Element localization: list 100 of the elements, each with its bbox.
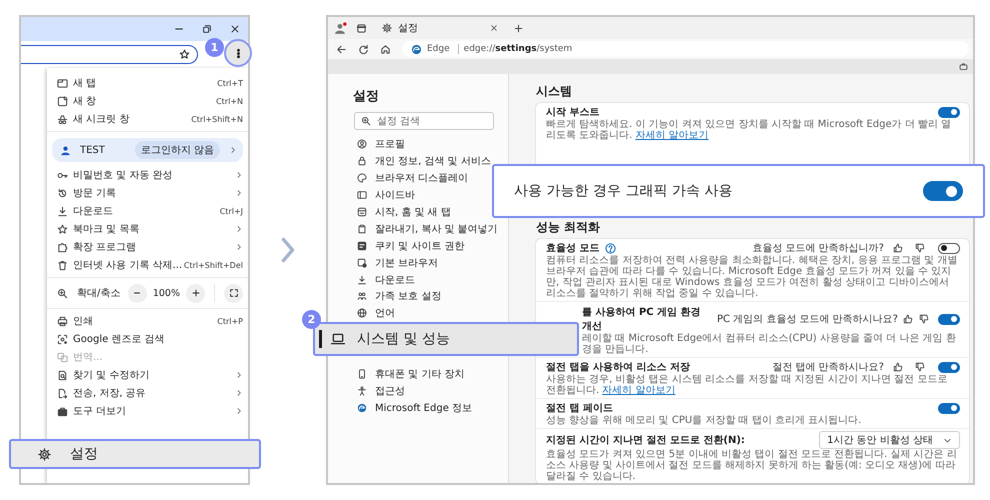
help-icon[interactable] — [605, 242, 616, 254]
phone-icon — [357, 369, 367, 380]
setting-title: 시작 부스트 — [546, 106, 600, 119]
toggle-switch[interactable] — [923, 181, 963, 201]
sidebar-item[interactable]: 접근성 — [375, 384, 405, 398]
menu-item[interactable]: 인터넷 사용 기록 삭제... — [73, 258, 179, 272]
browser-window-icon — [357, 207, 367, 217]
menu-item[interactable]: 전송, 저장, 공유 — [73, 386, 230, 400]
person-icon — [60, 144, 71, 156]
browser-tab[interactable]: 설정 — [376, 17, 504, 39]
refresh-icon[interactable] — [358, 44, 369, 54]
feedback-question: 효율성 모드에 만족하십니까? — [752, 242, 884, 255]
incognito-icon — [57, 114, 68, 124]
section-heading: 시스템 — [536, 83, 573, 99]
menu-item[interactable]: Google 렌즈로 검색 — [73, 332, 243, 346]
sidebar-item[interactable]: Microsoft Edge 정보 — [375, 401, 472, 416]
back-icon[interactable] — [336, 44, 347, 54]
list-icon — [357, 240, 367, 251]
learn-more-link[interactable]: 자세히 알아보기 — [602, 385, 676, 396]
menu-item[interactable]: 비밀번호 및 자동 완성 — [73, 168, 230, 182]
chevron-icon — [281, 237, 295, 263]
learn-more-link[interactable]: 자세히 알아보기 — [635, 130, 709, 141]
zoom-icon — [361, 116, 371, 126]
thumbs-down-icon[interactable] — [915, 243, 925, 253]
menu-item[interactable]: 다운로드 — [73, 204, 215, 218]
globe-icon — [357, 308, 367, 318]
sidebar-item[interactable]: 브라우저 디스플레이 — [375, 171, 468, 186]
sidebar-item[interactable]: 잘라내기, 복사 및 붙여넣기 — [375, 222, 498, 236]
chevron-icon — [235, 171, 243, 179]
thumbs-down-icon[interactable] — [915, 362, 925, 372]
tab-icon — [57, 78, 68, 88]
feedback-question: PC 게임의 효율성 모드에 만족하시나요? — [716, 313, 898, 326]
sidebar-item[interactable]: 사이드바 — [375, 188, 415, 202]
toggle-switch[interactable] — [938, 106, 960, 118]
setting-title: 를 사용하여 PC 게임 환경 개선 — [582, 306, 702, 333]
gear-icon — [382, 23, 392, 33]
download-icon — [357, 274, 367, 285]
search-field[interactable]: 설정 검색 — [354, 112, 494, 130]
fullscreen-button[interactable] — [224, 284, 243, 302]
thumbs-up-icon[interactable] — [903, 314, 913, 324]
sidebar-item[interactable]: 쿠키 및 사이트 권한 — [375, 238, 465, 253]
browser-logo-icon — [411, 44, 422, 54]
menu-item[interactable]: 확장 프로그램 — [73, 240, 230, 254]
section-heading: 성능 최적화 — [536, 219, 602, 235]
browser-icon — [357, 258, 367, 268]
menu-item[interactable]: 인쇄 — [73, 314, 212, 328]
download-icon — [57, 206, 68, 216]
tab-actions-icon[interactable] — [356, 22, 367, 34]
toggle-switch[interactable] — [938, 402, 960, 414]
menu-item[interactable]: 새 탭 — [73, 76, 212, 90]
puzzle-icon — [57, 242, 68, 252]
close-icon[interactable] — [490, 24, 498, 32]
close-icon[interactable] — [230, 24, 240, 34]
star-icon[interactable] — [179, 49, 190, 60]
toggle-switch[interactable] — [938, 314, 960, 324]
setting-description: 성능 향상을 위해 메모리 및 CPU를 저장할 때 탭이 흐리게 표시됩니다. — [546, 415, 862, 426]
shortcut-text: Ctrl+T — [217, 78, 243, 88]
toggle-switch[interactable] — [938, 362, 960, 372]
history-icon — [57, 188, 68, 198]
setting-description: 효율성 모드가 켜져 있으면 5분 이내에 비활성 탭이 절전 모드로 전환됩니다. 실제 시간은 리소스 사용량 및 사이트에서 절전 모드를 해제하지 못하게 하는 활동(예: 오디오 재생)에 따라 달라질 수 있습니다. — [546, 449, 958, 482]
menu-item[interactable]: 찾기 및 수정하기 — [73, 368, 230, 382]
sidebar-item[interactable]: 프로필 — [375, 137, 405, 152]
restore-icon[interactable] — [202, 24, 212, 34]
address-field[interactable] — [21, 45, 198, 64]
sidebar-item[interactable]: 가족 보호 설정 — [375, 289, 442, 304]
thumbs-up-icon[interactable] — [893, 362, 903, 372]
shortcut-text: Ctrl+J — [220, 206, 243, 216]
document-search-icon — [57, 370, 68, 380]
setting-title: 지정된 시간이 지나면 절전 모드로 전환(N): — [546, 434, 745, 447]
gear-icon — [38, 448, 51, 460]
profile-row[interactable]: TEST 로그인하지 않음 — [52, 138, 243, 162]
menu-item[interactable]: 방문 기록 — [73, 186, 230, 200]
briefcase-icon[interactable] — [959, 62, 968, 71]
document-send-icon — [57, 388, 68, 398]
setting-description: 컴퓨터 리소스를 저장하여 전력 사용량을 최소화합니다. 혜택은 장치, 응용 프로그램 및 개별 브라우저 습관에 따라 다를 수 있습니다. Microsoft Edge 효율성 모드가 꺼져 있을 수 있지만, 작업 관리자 표시된 대로 Windows 효율성 모드가 여전히 활성 상태이고 디바이스에서 리소스를 절약하기 위해 작업 중일 수 있습니다. — [546, 255, 958, 299]
address-field[interactable]: Edge edge://settings/system — [402, 41, 969, 57]
plus-icon[interactable] — [513, 22, 524, 34]
zoom-in-button[interactable] — [186, 284, 205, 302]
menu-item[interactable]: 새 시크릿 창 — [73, 112, 186, 126]
dropdown[interactable]: 1시간 동안 비활성 상태 — [819, 431, 960, 449]
menu-item[interactable]: 도구 더보기 — [73, 404, 230, 418]
sidebar-item[interactable]: 언어 — [375, 306, 395, 320]
sidebar-item[interactable]: 시작, 홈 및 새 탭 — [375, 205, 451, 219]
sidebar-item[interactable]: 개인 정보, 검색 및 서비스 — [375, 154, 491, 168]
chevron-icon — [235, 407, 243, 415]
sidebar-item[interactable]: 휴대폰 및 기타 장치 — [375, 367, 465, 382]
menu-item[interactable]: 새 창 — [73, 94, 212, 108]
step-badge: 2 — [302, 310, 321, 329]
thumbs-up-icon[interactable] — [893, 243, 903, 253]
avatar-icon[interactable] — [334, 22, 347, 34]
sidebar-item[interactable]: 기본 브라우저 — [375, 256, 438, 270]
translate-icon — [57, 352, 68, 362]
toggle-switch[interactable] — [938, 242, 960, 254]
fullscreen-icon — [228, 288, 238, 298]
thumbs-down-icon[interactable] — [919, 314, 929, 324]
home-icon[interactable] — [380, 44, 391, 54]
trash-icon — [57, 260, 68, 270]
sidebar-item[interactable]: 다운로드 — [375, 272, 415, 287]
menu-item[interactable]: 북마크 및 목록 — [73, 222, 230, 236]
chevron-icon — [235, 389, 243, 397]
